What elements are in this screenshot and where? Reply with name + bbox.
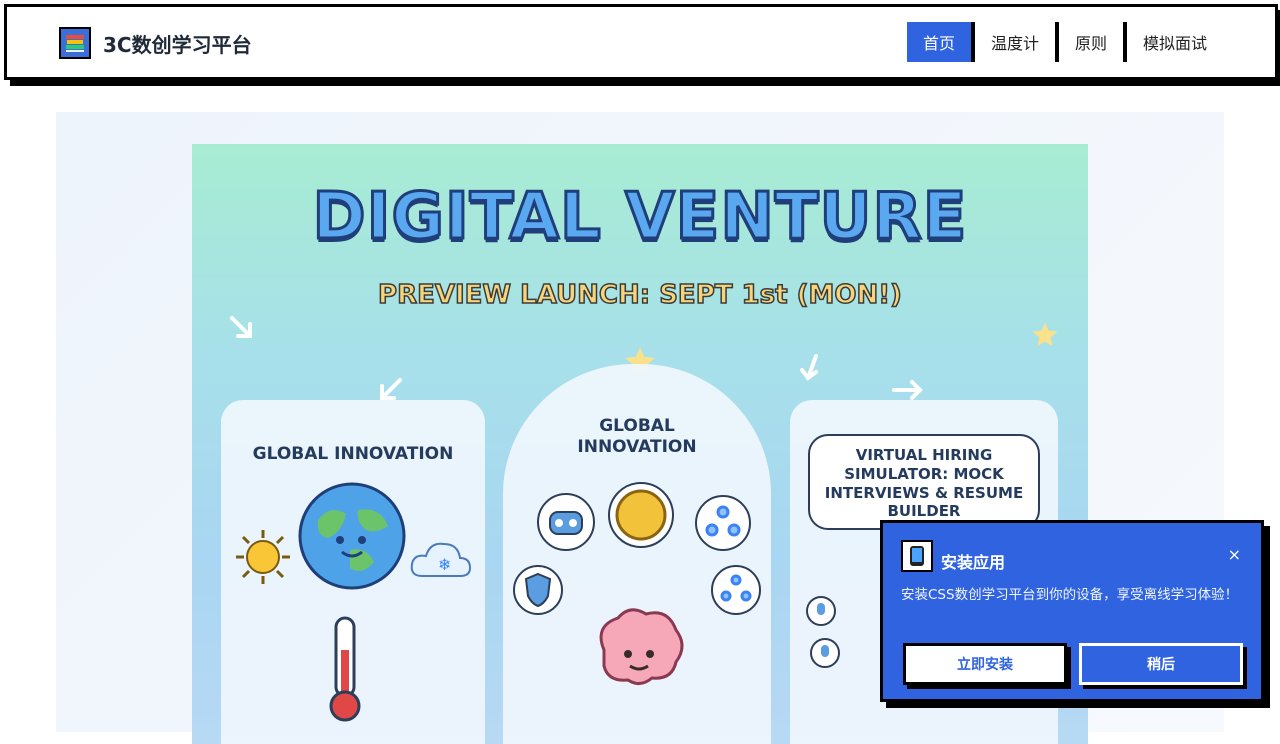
panel-title: GLOBAL INNOVATION [252, 444, 454, 464]
sun-icon [236, 530, 290, 584]
coin-icon [608, 482, 674, 548]
nav-mock-interview[interactable]: 模拟面试 [1126, 22, 1223, 62]
install-app-popup: 安装应用 × 安装CSS数创学习平台到你的设备，享受离线学习体验！ 立即安装 稍… [880, 520, 1264, 702]
install-now-button[interactable]: 立即安装 [903, 643, 1067, 685]
panel-title: VIRTUAL HIRING SIMULATOR: MOCK INTERVIEW… [824, 446, 1024, 521]
robot-icon [537, 493, 595, 551]
shield-icon [513, 565, 563, 615]
phone-icon [901, 540, 933, 572]
site-title: 3C数创学习平台 [103, 32, 252, 57]
panel-title: GLOBAL INNOVATION [577, 416, 697, 458]
nav-principles[interactable]: 原则 [1058, 22, 1127, 62]
cloud-icon: ❄ [410, 542, 472, 577]
arrow-icon [230, 316, 252, 338]
speech-bubble: VIRTUAL HIRING SIMULATOR: MOCK INTERVIEW… [808, 434, 1040, 530]
arrow-icon [800, 354, 818, 381]
books-icon [59, 27, 91, 59]
popup-message: 安装CSS数创学习平台到你的设备，享受离线学习体验！ [901, 587, 1239, 603]
network-icon [695, 495, 751, 551]
close-icon[interactable]: × [1228, 545, 1241, 564]
popup-title: 安装应用 [941, 553, 1006, 572]
network-icon [711, 565, 761, 615]
thermometer-icon [329, 616, 361, 722]
microphone-icon [806, 596, 836, 626]
main-nav: 首页 温度计 原则 模拟面试 [906, 22, 1223, 62]
poster-title: DIGITAL VENTURE [311, 179, 968, 256]
microphone-icon [810, 638, 840, 668]
globe-icon [298, 482, 406, 590]
poster-subtitle: PREVIEW LAUNCH: SEPT 1st (MON!) [377, 279, 902, 311]
star-icon [1032, 322, 1058, 347]
nav-thermometer[interactable]: 温度计 [974, 22, 1059, 62]
nav-home[interactable]: 首页 [906, 22, 975, 62]
brand[interactable]: 3C数创学习平台 [59, 27, 252, 59]
top-navbar: 3C数创学习平台 首页 温度计 原则 模拟面试 [4, 4, 1278, 80]
later-button[interactable]: 稍后 [1079, 643, 1243, 685]
svg-text:❄: ❄ [438, 555, 451, 574]
brain-icon [599, 608, 684, 685]
